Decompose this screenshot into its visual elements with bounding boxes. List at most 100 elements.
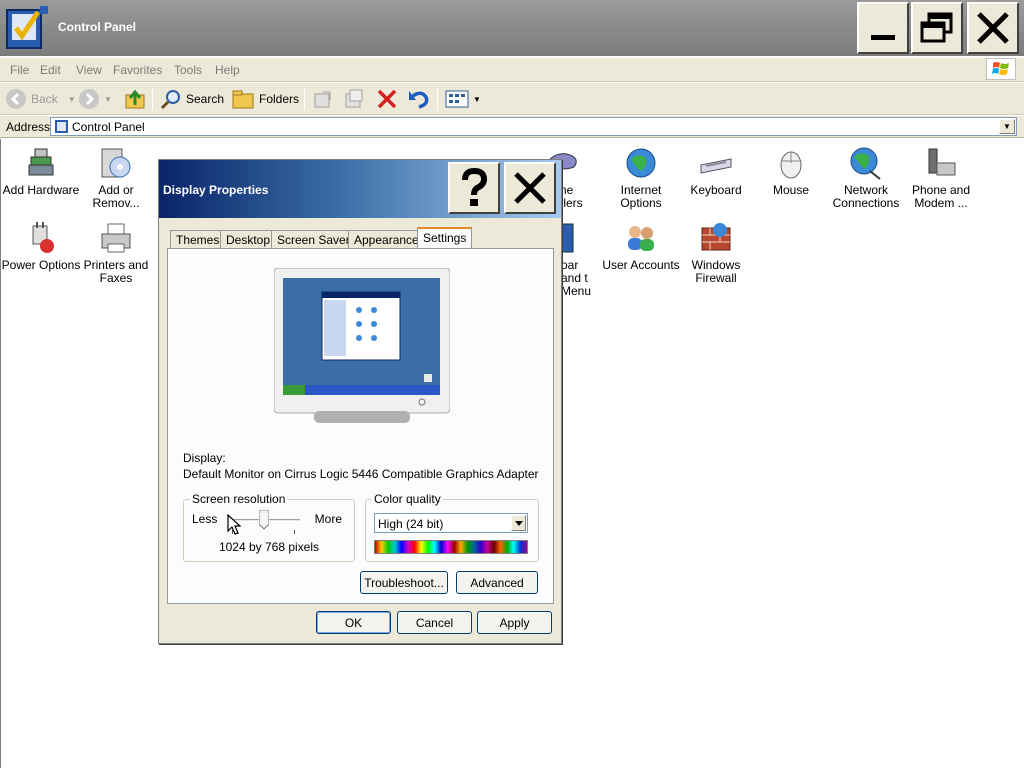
firewall-icon [701,223,731,251]
cancel-button[interactable]: Cancel [397,611,472,634]
color-quality-select[interactable]: High (24 bit) [374,513,528,533]
advanced-button[interactable]: Advanced [456,571,538,594]
minimize-button[interactable] [857,2,909,54]
item-label: Add Hardware [2,183,80,197]
ok-button[interactable]: OK [316,611,391,634]
address-field[interactable]: Control Panel ▼ [50,117,1017,136]
menu-favorites[interactable]: Favorites [113,63,162,77]
folders-label: Folders [259,92,300,106]
restore-button[interactable] [911,2,963,54]
chevron-down-icon: ▼ [1003,122,1011,131]
item-label: Printers and Faxes [83,258,149,285]
item-label: Power Options [1,258,81,272]
copy-to-icon [345,89,363,108]
address-bar: Address Control Panel ▼ [0,116,1024,138]
item-power-options[interactable]: Power Options [1,220,81,272]
search-button[interactable]: Search [160,87,224,111]
printer-icon [101,223,131,253]
undo-button[interactable] [407,87,431,111]
item-mouse[interactable]: Mouse [751,145,831,197]
troubleshoot-button[interactable]: Troubleshoot... [360,571,448,594]
chevron-down-icon [514,520,523,526]
up-folder-icon [125,89,145,109]
item-phone-modem[interactable]: Phone and Modem ... [901,145,981,210]
network-connections-icon [850,147,881,180]
less-label: Less [192,512,218,526]
address-label: Address [6,120,51,134]
copy-to-button[interactable] [343,87,365,111]
settings-panel: Display: Default Monitor on Cirrus Logic… [167,248,554,604]
window-titlebar: Control Panel [0,0,1024,56]
search-icon [160,90,180,110]
forward-arrow-icon [79,89,99,109]
tab-desktop[interactable]: Desktop [220,230,277,249]
keyboard-icon [700,158,732,174]
add-hardware-icon [28,148,54,176]
close-icon [514,172,546,204]
item-printers-faxes[interactable]: Printers and Faxes [76,220,156,285]
item-network-connections[interactable]: Network Connections [826,145,906,210]
item-taskbar-start-menu[interactable]: oar and t Menu [561,220,601,298]
item-windows-firewall[interactable]: Windows Firewall [676,220,756,285]
item-keyboard[interactable]: Keyboard [676,145,756,197]
move-to-button[interactable] [312,87,334,111]
item-label: oar and t Menu [561,258,592,298]
folders-icon [232,90,254,109]
window-title: Control Panel [58,20,137,34]
up-folder-button[interactable] [124,87,146,111]
views-dropdown-icon[interactable]: ▼ [473,95,481,104]
dialog-close-button[interactable] [504,162,556,214]
taskbar-icon [561,223,574,253]
item-label: Network Connections [832,183,900,210]
resolution-value: 1024 by 768 pixels [218,540,320,554]
item-label: User Accounts [602,258,680,272]
help-icon [462,168,488,206]
address-value: Control Panel [72,120,145,134]
phone-modem-icon [928,148,956,176]
display-properties-dialog: Display Properties Themes Desktop Screen… [158,159,562,644]
item-add-remove-programs[interactable]: Add or Remov... [76,145,156,210]
back-dropdown-icon[interactable]: ▼ [68,95,76,104]
address-dropdown-button[interactable]: ▼ [999,119,1015,134]
help-button[interactable] [448,162,500,214]
tab-themes[interactable]: Themes [170,230,226,249]
item-label: Add or Remov... [92,183,140,210]
mouse-pointer-icon [227,514,241,535]
more-label: More [314,512,342,526]
color-quality-dropdown-button[interactable] [511,515,526,531]
item-add-hardware[interactable]: Add Hardware [1,145,81,197]
control-panel-small-icon [55,120,68,133]
views-button[interactable]: ▼ [445,87,481,111]
folders-button[interactable]: Folders [231,87,299,111]
views-icon [445,90,469,108]
monitor-preview-image [273,267,451,423]
menu-view[interactable]: View [76,63,102,77]
control-panel-icon [4,4,50,52]
menu-edit[interactable]: Edit [40,63,61,77]
search-label: Search [186,92,225,106]
delete-button[interactable] [376,87,398,111]
item-label: Phone and Modem ... [911,183,971,210]
item-internet-options[interactable]: Internet Options [601,145,681,210]
item-user-accounts[interactable]: User Accounts [601,220,681,272]
user-accounts-icon [628,226,654,251]
item-label: Keyboard [690,183,742,197]
apply-button[interactable]: Apply [477,611,552,634]
back-button[interactable]: Back ▼ [5,87,76,111]
color-spectrum-bar [374,540,528,554]
tab-screen-saver[interactable]: Screen Saver [271,230,356,249]
close-button[interactable] [967,2,1019,54]
display-adapter-value: Default Monitor on Cirrus Logic 5446 Com… [183,467,539,481]
menu-tools[interactable]: Tools [174,63,202,77]
item-label: Windows Firewall [691,258,741,285]
display-label: Display: [183,451,226,465]
tab-settings[interactable]: Settings [417,227,473,250]
menu-help[interactable]: Help [215,63,240,77]
forward-dropdown-icon[interactable]: ▼ [104,95,112,104]
tab-appearance[interactable]: Appearance [348,230,425,249]
dialog-title: Display Properties [163,183,269,197]
add-remove-programs-icon [101,148,131,178]
resolution-slider-thumb[interactable] [258,509,270,530]
forward-button[interactable]: ▼ [78,87,112,111]
menu-file[interactable]: File [10,63,29,77]
